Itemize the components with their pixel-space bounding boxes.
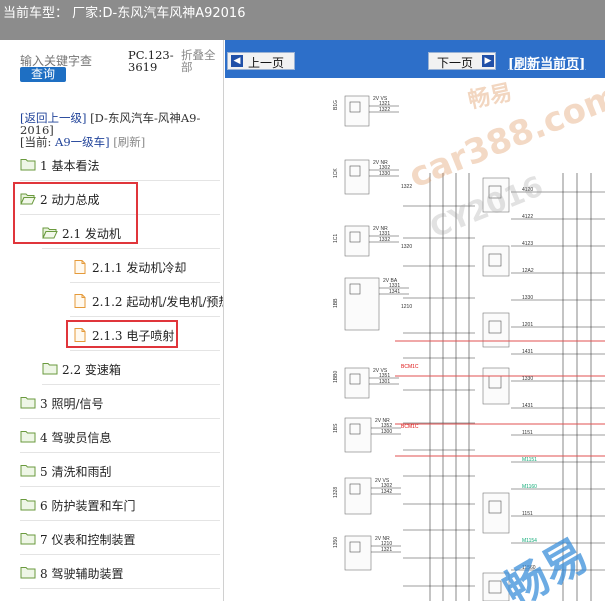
tree-item-label: 2.1.1 发动机冷却 <box>92 261 187 275</box>
diagram-element <box>482 367 510 405</box>
diagram-label: BCM1C <box>401 424 419 430</box>
folder-icon <box>20 566 36 579</box>
tree-item-label: 2.1.2 起动机/发电机/预热 <box>92 295 224 309</box>
tree-item-label: 6 防护装置和车门 <box>40 499 136 513</box>
diagram-label: 1BS <box>333 423 339 433</box>
tree-item-label: 5 清洗和雨刮 <box>40 465 112 479</box>
tree-item-label: 1 基本看法 <box>40 159 100 173</box>
diagram-element <box>344 417 372 453</box>
folder-icon <box>20 158 36 171</box>
diagram-label: 1350 <box>333 537 339 548</box>
diagram-element <box>344 95 370 127</box>
tree-item-label: 7 仪表和控制装置 <box>40 533 136 547</box>
diagram-element <box>482 312 510 348</box>
folder-icon <box>42 362 58 375</box>
diagram-label: 1330 <box>522 376 533 382</box>
viewer-toolbar: ◀ 上一页 下一页 ▶ [刷新当前页] <box>225 40 605 78</box>
sidebar: 查询 PC.123-3619 折叠全部 [返回上一级] [D-东风汽车-风神A9… <box>0 40 224 601</box>
diagram-label: 12A2 <box>522 268 534 274</box>
diagram-label: 1321 <box>381 547 392 553</box>
fold-all-link[interactable]: 折叠全部 <box>181 49 221 73</box>
diagram-element <box>344 225 370 257</box>
tree-separator <box>20 486 220 487</box>
diagram-label: 1210 <box>401 304 412 310</box>
diagram-label: B1G <box>333 100 339 110</box>
diagram-label: 1151 <box>522 511 533 517</box>
watermark: 畅易 <box>466 80 514 114</box>
tree-separator <box>42 248 220 249</box>
diagram-label: 1301 <box>379 379 390 385</box>
diagram-label: M1154 <box>522 538 537 544</box>
document-viewer: ◀ 上一页 下一页 ▶ [刷新当前页] B1G 1CK 1C1 1BB 1BB0 1BS 1… <box>225 40 605 601</box>
diagram-label: M1151 <box>522 457 537 463</box>
diagram-label: 1431 <box>522 349 533 355</box>
diagram-label: 1332 <box>379 237 390 243</box>
arrow-right-icon: ▶ <box>482 55 494 67</box>
diagram-label: 1431 <box>522 403 533 409</box>
diagram-element <box>344 477 372 515</box>
diagram-label: 4123 <box>522 241 533 247</box>
tree-separator <box>70 316 220 317</box>
refresh-link[interactable]: [刷新] <box>113 135 145 149</box>
document-icon <box>72 294 88 308</box>
tree-separator <box>20 180 220 181</box>
folder-icon <box>20 430 36 443</box>
window-title: 当前车型： 厂家:D-东风汽车风神A92016 <box>3 6 246 21</box>
diagram-label: 1201 <box>522 322 533 328</box>
diagram-element <box>344 367 370 399</box>
search-input[interactable] <box>20 54 120 68</box>
search-button[interactable]: 查询 <box>20 67 66 82</box>
tree-separator <box>70 350 220 351</box>
folder-icon <box>20 498 36 511</box>
diagram-label: 1322 <box>401 184 412 190</box>
folder-icon <box>20 532 36 545</box>
wiring-diagram: B1G1CK1C11BB1BB01BS132813502V VS2V NR2V … <box>333 78 605 601</box>
watermark: 畅易 <box>495 529 597 601</box>
current-label: [当前: <box>20 135 52 149</box>
diagram-label: 1320 <box>401 244 412 250</box>
tree-separator <box>20 588 220 589</box>
tree-separator <box>20 452 220 453</box>
diagram-label: 1328 <box>333 487 339 498</box>
tree-separator <box>70 282 220 283</box>
next-page-button[interactable]: 下一页 ▶ <box>428 52 496 70</box>
current-value[interactable]: A9一级车] <box>55 135 110 149</box>
document-icon <box>72 260 88 274</box>
diagram-label: 1151 <box>522 430 533 436</box>
window-titlebar: 当前车型： 厂家:D-东风汽车风神A92016 <box>0 0 605 40</box>
tree-separator <box>20 554 220 555</box>
tree-item-label: 2.2 变速箱 <box>62 363 121 377</box>
highlight-box-powertrain <box>13 182 138 244</box>
tree-separator <box>20 520 220 521</box>
nav-info: [返回上一级] [D-东风汽车-风神A9-2016] [当前: A9一级车] [… <box>20 112 220 148</box>
tree-item-label: 4 驾驶员信息 <box>40 431 112 445</box>
arrow-left-icon: ◀ <box>231 55 243 67</box>
model-code: PC.123-3619 <box>128 48 174 74</box>
diagram-label: 1300 <box>381 429 392 435</box>
tree-item-label: 8 驾驶辅助装置 <box>40 567 124 581</box>
diagram-label: M1160 <box>522 484 537 490</box>
folder-icon <box>20 464 36 477</box>
diagram-label: 1341 <box>389 289 400 295</box>
diagram-label: 1CK <box>333 168 339 178</box>
diagram-label: 1322 <box>379 107 390 113</box>
highlight-box-injection <box>66 320 178 348</box>
folder-icon <box>20 396 36 409</box>
prev-page-button[interactable]: ◀ 上一页 <box>227 52 295 70</box>
diagram-label: BCM1C <box>401 364 419 370</box>
diagram-label: 1342 <box>381 489 392 495</box>
diagram-label: 1BB0 <box>333 371 339 383</box>
diagram-element <box>344 535 372 571</box>
tree-separator <box>42 384 220 385</box>
diagram-label: 4122 <box>522 214 533 220</box>
diagram-label: 1BB <box>333 298 339 308</box>
diagram-label: 1330 <box>522 295 533 301</box>
diagram-label: 1330 <box>379 171 390 177</box>
diagram-label: 1C1 <box>333 234 339 243</box>
diagram-element <box>344 159 370 195</box>
tree-separator <box>20 418 220 419</box>
refresh-page-link[interactable]: [刷新当前页] <box>508 53 585 72</box>
diagram-element <box>482 245 510 277</box>
tree-item-label: 3 照明/信号 <box>40 397 104 411</box>
